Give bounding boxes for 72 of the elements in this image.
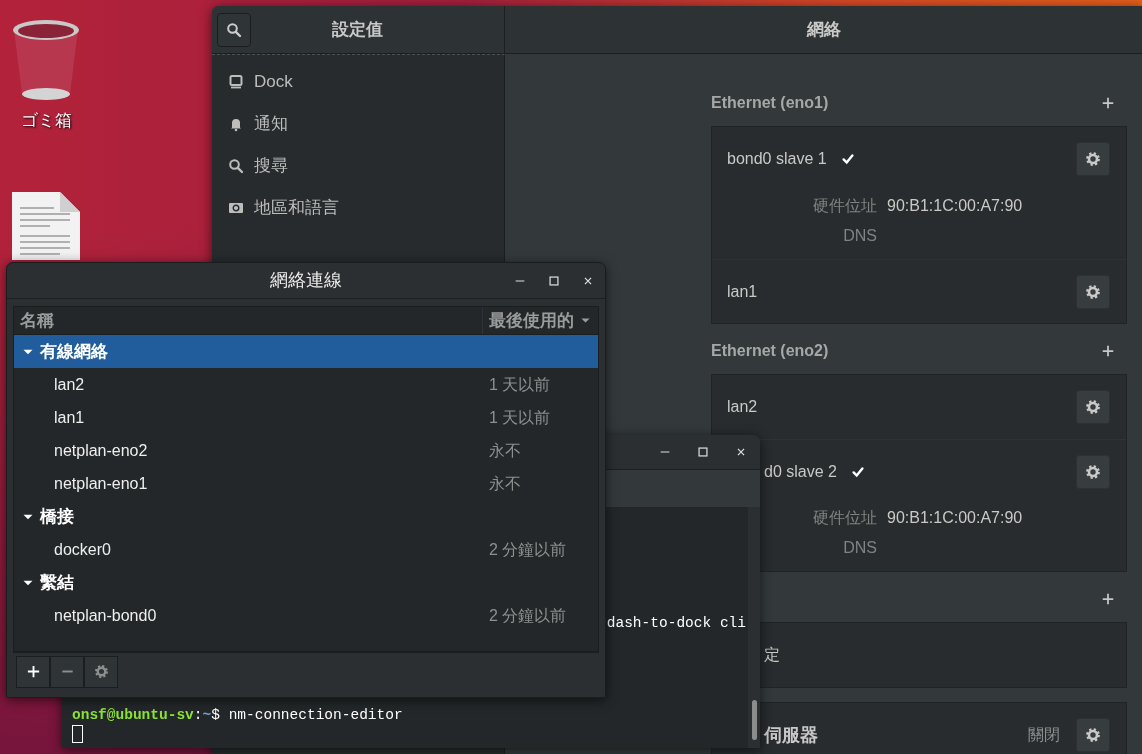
proxy-status: 關閉 <box>1028 725 1060 745</box>
last-used-time: 1 天以前 <box>488 374 552 395</box>
connection-name: lan2 <box>727 397 758 417</box>
gear-icon <box>1085 727 1101 743</box>
last-used-time: 永不 <box>488 473 522 494</box>
document-icon[interactable] <box>10 190 82 260</box>
sidebar-item[interactable]: 通知 <box>212 109 504 139</box>
sidebar-item[interactable]: Dock <box>212 67 504 97</box>
desktop-icon-label[interactable]: ゴミ箱 <box>20 108 72 134</box>
panel-title: 網絡 <box>806 18 841 41</box>
settings-button[interactable] <box>1076 718 1110 752</box>
last-used-time: 1 天以前 <box>488 407 552 428</box>
scrollbar-thumb[interactable] <box>751 700 757 740</box>
gear-icon <box>1085 151 1101 167</box>
column-header[interactable]: 最後使用的 <box>482 307 598 334</box>
connection-name[interactable]: netplan-eno2 <box>14 438 482 463</box>
maximize-icon <box>547 273 561 288</box>
add-icon[interactable] <box>1101 96 1115 110</box>
settings-button[interactable] <box>1076 454 1110 489</box>
group-row[interactable]: 橋接 <box>14 500 598 533</box>
settings-button[interactable] <box>1076 390 1110 424</box>
gear-icon <box>1085 463 1101 480</box>
search-icon <box>226 21 242 38</box>
connection-name: 定 <box>764 645 780 665</box>
detail-label: DNS <box>842 538 877 558</box>
column-header[interactable]: 名稱 <box>14 307 482 334</box>
maximize-icon <box>696 445 710 459</box>
detail-value: 90:B1:1C:00:A7:90 <box>887 196 1024 216</box>
section-heading: Ethernet (eno2) <box>711 341 829 361</box>
connection-name[interactable]: docker0 <box>14 537 482 562</box>
settings-button[interactable] <box>1076 142 1110 176</box>
add-button[interactable] <box>16 655 50 688</box>
terminal-output: dash-to-dock cli <box>606 615 746 631</box>
gear-icon <box>93 664 109 679</box>
last-used-time: 2 分鐘以前 <box>488 605 568 626</box>
connection-name: lan1 <box>727 281 758 302</box>
add-icon[interactable] <box>1101 344 1115 358</box>
section-heading: Ethernet (eno1) <box>711 93 829 113</box>
bell-icon <box>228 116 244 132</box>
connection-name: bond0 slave 1 <box>727 149 827 169</box>
sidebar-title: 設定值 <box>332 18 383 41</box>
sidebar-item[interactable]: 地區和語言 <box>212 193 504 223</box>
group-row[interactable]: 繫結 <box>14 566 598 599</box>
group-name: 繫結 <box>40 571 74 594</box>
plus-icon <box>25 664 41 679</box>
sidebar-item[interactable]: 搜尋 <box>212 151 504 181</box>
add-icon[interactable] <box>1101 592 1115 606</box>
gear-icon <box>1085 283 1101 300</box>
dock-icon <box>228 74 244 90</box>
minimize-icon <box>513 278 527 283</box>
connection-name[interactable]: netplan-eno1 <box>14 471 482 496</box>
last-used-time: 2 分鐘以前 <box>488 539 568 560</box>
detail-label: 硬件位址 <box>812 196 877 216</box>
proxy-label: 伺服器 <box>764 723 818 747</box>
detail-value: 90:B1:1C:00:A7:90 <box>887 508 1024 528</box>
search-icon <box>228 158 244 174</box>
connection-name[interactable]: lan1 <box>14 405 482 430</box>
group-name: 橋接 <box>40 505 74 528</box>
settings-button[interactable] <box>1076 274 1110 309</box>
detail-label: DNS <box>842 226 877 246</box>
group-name: 有線網絡 <box>40 340 108 363</box>
detail-label: 硬件位址 <box>812 508 877 528</box>
search-button[interactable] <box>217 12 251 47</box>
group-row[interactable]: 有線網絡 <box>14 335 598 368</box>
connection-name: d0 slave 2 <box>764 461 837 482</box>
minimize-icon <box>658 450 672 454</box>
connection-name[interactable]: netplan-bond0 <box>14 603 482 628</box>
connection-name[interactable]: lan2 <box>14 372 482 397</box>
terminal-prompt: onsf@ubuntu-sv:~$ nm-connection-editor <box>72 706 404 725</box>
window-title: 網絡連線 <box>270 270 342 290</box>
gear-icon <box>1085 399 1101 415</box>
last-used-time: 永不 <box>488 440 522 461</box>
